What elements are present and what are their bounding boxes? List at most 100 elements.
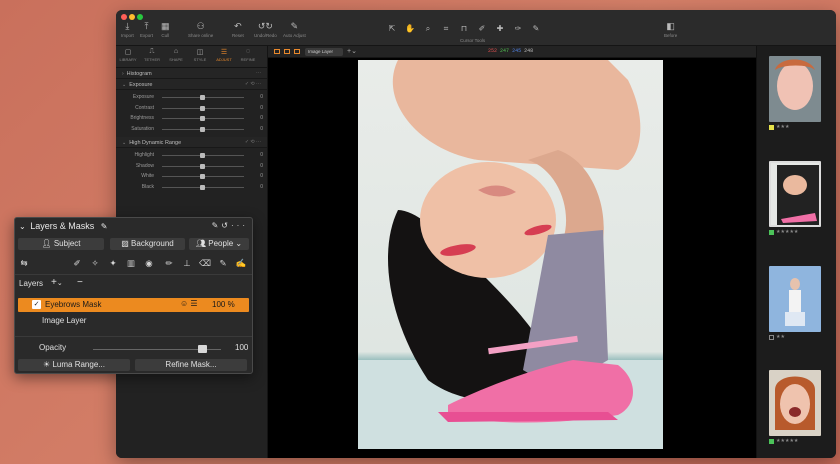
select-subject-button[interactable]: 👤︎ Subject — [18, 238, 104, 250]
tab-refine[interactable]: ◌ REFINE — [236, 46, 260, 67]
color-tag[interactable] — [769, 438, 774, 444]
white-slider[interactable]: White 0 — [116, 171, 267, 182]
picker-tool-icon[interactable]: ✑ — [512, 24, 524, 34]
saturation-slider[interactable]: Saturation 0 — [116, 124, 267, 135]
thumbnail-1[interactable] — [769, 56, 821, 122]
slider-knob[interactable] — [200, 126, 205, 132]
select-background-button[interactable]: ▨ Background — [110, 238, 185, 250]
heal-tool-icon[interactable]: ✚ — [494, 24, 506, 34]
multi-view-icon[interactable] — [284, 49, 290, 54]
thumbnail-4[interactable] — [769, 370, 821, 436]
rating-stars[interactable]: ★★ — [776, 334, 785, 340]
photo-illustration — [358, 60, 663, 449]
panel-actions-icon[interactable]: ✎↺··· — [212, 221, 248, 230]
import-button[interactable]: ⤓ Import — [121, 20, 134, 38]
tab-shape[interactable]: ⌂ SHAPE — [164, 46, 188, 67]
cull-icon: ▦ — [161, 21, 170, 31]
rating-stars[interactable]: ★★★ — [776, 124, 789, 130]
magic-brush-icon[interactable]: ✧ — [89, 258, 101, 269]
select-people-button[interactable]: 👥︎ People ⌄ — [189, 238, 249, 250]
layers-masks-title: Layers & Masks — [30, 221, 95, 231]
eraser-icon[interactable]: ✏ — [163, 258, 175, 269]
shadow-slider[interactable]: Shadow 0 — [116, 161, 267, 172]
clone-brush-icon[interactable]: ✍ — [235, 258, 247, 269]
linear-gradient-icon[interactable]: ▥ — [125, 258, 137, 269]
black-slider[interactable]: Black 0 — [116, 182, 267, 193]
luma-range-button[interactable]: ☀ Luma Range... — [18, 359, 130, 371]
stamp-icon[interactable]: ⊥ — [181, 258, 193, 269]
pan-tool-icon[interactable]: ✋ — [404, 24, 416, 34]
color-tag[interactable] — [769, 229, 774, 235]
slider-knob[interactable] — [200, 174, 205, 179]
refine-mask-button[interactable]: Refine Mask... — [135, 359, 247, 371]
add-layer-icon[interactable]: +⌄ — [347, 47, 357, 55]
opacity-value[interactable]: 100 — [235, 343, 248, 352]
mask-settings-icon[interactable]: ☺ ☰ — [180, 299, 198, 308]
brush-tool-icon[interactable]: ✐ — [476, 24, 488, 34]
text-tool-icon[interactable]: ✎ — [530, 24, 542, 34]
reset-icon: ↶ — [234, 21, 242, 31]
chevron-down-icon: ⌄ — [235, 239, 243, 248]
import-icon: ⤓ — [125, 21, 130, 31]
erase-mask-icon[interactable]: ⌫ — [199, 258, 211, 269]
color-tag[interactable] — [769, 124, 774, 130]
tab-style[interactable]: ◫ STYLE — [188, 46, 212, 67]
contrast-slider[interactable]: Contrast 0 — [116, 103, 267, 114]
tab-tether[interactable]: ⎍ TETHER — [140, 46, 164, 67]
auto-adjust-button[interactable]: ✎ Auto Adjust — [283, 20, 306, 38]
slider-knob[interactable] — [200, 105, 205, 111]
heal-brush-icon[interactable]: ✎ — [217, 258, 229, 269]
hdr-panel-header[interactable]: ⌄ High Dynamic Range ✓ ⟲ ··· — [116, 137, 267, 148]
exposure-slider[interactable]: Exposure 0 — [116, 92, 267, 103]
panel-actions-icon[interactable]: ✓ ⟲ ··· — [245, 81, 261, 87]
cull-button[interactable]: ▦ Cull — [161, 20, 170, 38]
layer-select[interactable]: Image Layer — [305, 48, 343, 56]
main-photo[interactable] — [358, 60, 663, 449]
rating-stars[interactable]: ★★★★★ — [776, 229, 798, 235]
slider-knob[interactable] — [200, 163, 205, 169]
panel-actions-icon[interactable]: ✓ ⟲ ··· — [245, 139, 261, 145]
exposure-sliders: Exposure 0 Contrast 0 Brightness 0 Saturati… — [116, 90, 267, 134]
image-browser: ★★★ ★★★★★ ★★ ★★★★★ — [756, 46, 836, 458]
pointer-tool-icon[interactable]: ⇱ — [386, 24, 398, 34]
slider-knob[interactable] — [200, 184, 205, 190]
radial-gradient-icon[interactable]: ◉ — [143, 258, 155, 269]
histogram-panel-header[interactable]: › Histogram ··· — [116, 68, 267, 79]
tab-library[interactable]: ▢ LIBRARY — [116, 46, 140, 67]
keystone-tool-icon[interactable]: ⊓ — [458, 24, 470, 34]
layer-row-selected[interactable]: ✓ Eyebrows Mask ☺ ☰ 100 % — [18, 298, 249, 312]
layer-settings-icon[interactable]: ⇆ — [18, 258, 30, 269]
undo-redo-button[interactable]: ↺↻ Undo/Redo — [254, 20, 277, 38]
slider-knob[interactable] — [200, 95, 205, 100]
tab-adjust[interactable]: ☰ ADJUST — [212, 46, 236, 67]
highlight-slider[interactable]: Highlight 0 — [116, 150, 267, 161]
more-icon[interactable]: ··· — [256, 70, 261, 76]
add-layer-button[interactable]: +⌄ — [51, 277, 63, 288]
thumbnail-2[interactable] — [769, 161, 821, 227]
compare-view-icon[interactable] — [294, 49, 300, 54]
loupe-tool-icon[interactable]: ⌕ — [422, 24, 434, 34]
brightness-slider[interactable]: Brightness 0 — [116, 113, 267, 124]
remove-layer-button[interactable]: − — [77, 277, 83, 288]
rating-stars[interactable]: ★★★★★ — [776, 438, 798, 444]
single-view-icon[interactable] — [274, 49, 280, 54]
toolbar: ⤓ Import ⤒ Export ▦ Cull ⚇ Share online … — [116, 10, 836, 46]
before-button[interactable]: ◧ Before — [664, 20, 677, 38]
layer-row[interactable]: Image Layer — [42, 316, 86, 325]
tool-tabs: ▢ LIBRARY ⎍ TETHER ⌂ SHAPE ◫ STYLE ☰ ADJUST ◌… — [116, 46, 267, 68]
crop-tool-icon[interactable]: ⌗ — [440, 24, 452, 34]
slider-knob[interactable] — [200, 116, 205, 121]
layer-visibility-checkbox[interactable]: ✓ — [32, 300, 41, 309]
thumbnail-3[interactable] — [769, 266, 821, 332]
ai-brush-icon[interactable]: ✦ — [107, 258, 119, 269]
chevron-down-icon[interactable]: ⌄ — [19, 222, 26, 231]
brush-icon[interactable]: ✐ — [71, 258, 83, 269]
opacity-slider-knob[interactable] — [197, 345, 207, 353]
exposure-panel-header[interactable]: ⌄ Exposure ✓ ⟲ ··· — [116, 79, 267, 90]
reset-button[interactable]: ↶ Reset — [232, 20, 244, 38]
export-button[interactable]: ⤒ Export — [140, 20, 153, 38]
color-tag[interactable] — [769, 334, 774, 340]
share-online-button[interactable]: ⚇ Share online — [188, 20, 213, 38]
slider-knob[interactable] — [200, 153, 205, 158]
image-viewer[interactable] — [268, 58, 756, 458]
